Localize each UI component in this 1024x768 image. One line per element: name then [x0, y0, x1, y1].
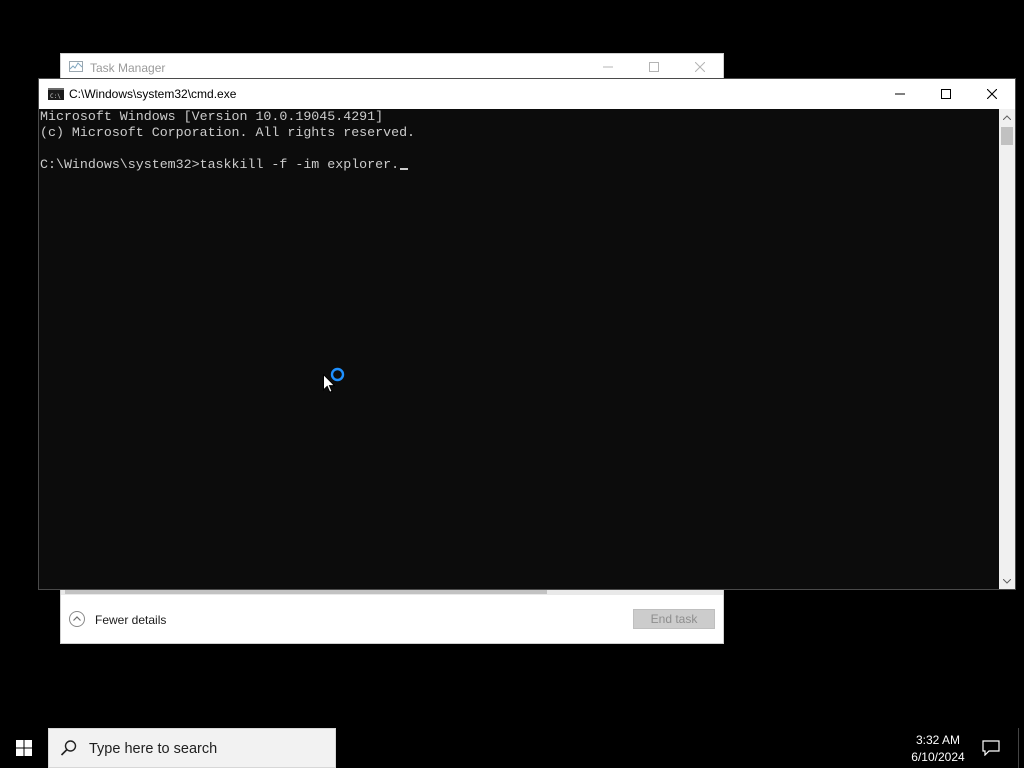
close-icon: [695, 62, 705, 72]
cmd-maximize-button[interactable]: [923, 79, 969, 109]
windows-logo-icon: [16, 740, 32, 756]
maximize-icon: [941, 89, 951, 99]
taskbar-search-box[interactable]: Type here to search: [48, 728, 336, 768]
search-placeholder: Type here to search: [89, 741, 218, 757]
cmd-titlebar[interactable]: C:\ C:\Windows\system32\cmd.exe: [39, 79, 1015, 109]
tm-maximize-button[interactable]: [631, 54, 677, 80]
show-desktop-button[interactable]: [1018, 728, 1019, 768]
chevron-down-icon: [1003, 578, 1011, 584]
cmd-close-button[interactable]: [969, 79, 1015, 109]
console-line: (c) Microsoft Corporation. All rights re…: [40, 125, 416, 140]
console-prompt-line[interactable]: C:\Windows\system32>taskkill -f -im expl…: [40, 157, 409, 173]
search-icon: [60, 740, 77, 756]
action-center-button[interactable]: [976, 728, 1006, 768]
end-task-button[interactable]: End task: [633, 609, 715, 629]
busy-spinner-icon: [330, 367, 345, 382]
console-output[interactable]: Microsoft Windows [Version 10.0.19045.42…: [39, 109, 999, 589]
close-icon: [987, 89, 997, 99]
svg-text:C:\: C:\: [50, 93, 61, 100]
text-cursor: [400, 168, 409, 170]
cmd-window[interactable]: C:\ C:\Windows\system32\cmd.exe Microsof…: [38, 78, 1016, 590]
tm-footer: Fewer details End task: [61, 595, 723, 643]
cmd-vertical-scrollbar[interactable]: [999, 109, 1015, 589]
clock-time: 3:32 AM: [915, 733, 961, 747]
scrollbar-thumb[interactable]: [1001, 127, 1013, 145]
console-line: Microsoft Windows [Version 10.0.19045.42…: [40, 109, 384, 124]
minimize-icon: [603, 66, 613, 68]
maximize-icon: [649, 62, 659, 72]
cmd-minimize-button[interactable]: [877, 79, 923, 109]
cmd-title: C:\Windows\system32\cmd.exe: [69, 87, 237, 101]
task-manager-titlebar[interactable]: Task Manager: [61, 54, 723, 80]
task-manager-icon: [69, 61, 83, 72]
tm-scrollbar-thumb[interactable]: [65, 590, 547, 594]
cmd-icon: C:\: [48, 88, 64, 100]
scroll-down-button[interactable]: [999, 573, 1015, 589]
clock-date: 6/10/2024: [911, 750, 965, 764]
fewer-details-link[interactable]: Fewer details: [95, 613, 166, 627]
tm-close-button[interactable]: [677, 54, 723, 80]
notification-icon: [982, 740, 1000, 756]
chevron-up-icon: [1003, 114, 1011, 120]
scroll-up-button[interactable]: [999, 109, 1015, 125]
tm-minimize-button[interactable]: [585, 54, 631, 80]
chevron-up-icon[interactable]: [69, 611, 85, 627]
start-button[interactable]: [0, 728, 48, 768]
desktop: Task Manager Fewer details End task C:\ …: [0, 0, 1024, 768]
task-manager-title: Task Manager: [90, 61, 166, 75]
minimize-icon: [895, 93, 905, 95]
taskbar: Type here to search 3:32 AM 6/10/2024: [0, 728, 1024, 768]
console-command: C:\Windows\system32>taskkill -f -im expl…: [40, 157, 400, 172]
taskbar-clock[interactable]: 3:32 AM 6/10/2024: [900, 730, 976, 766]
